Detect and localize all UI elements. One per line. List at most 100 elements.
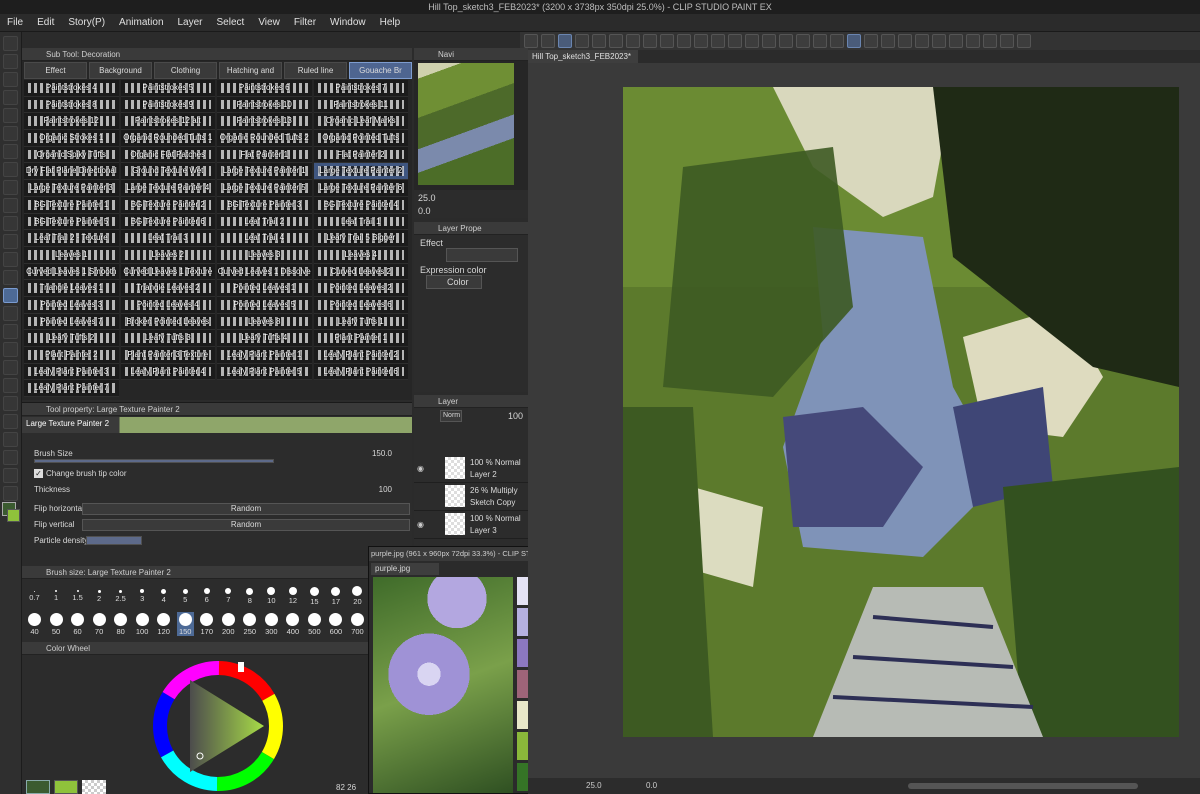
- command-icon[interactable]: [1017, 34, 1031, 48]
- command-icon[interactable]: [711, 34, 725, 48]
- brush-item[interactable]: BG Texture Painter 2: [120, 196, 215, 214]
- brush-size-preset[interactable]: 50: [48, 612, 65, 636]
- brush-item[interactable]: Leafy Plant Painter 5: [217, 363, 312, 381]
- brush-item[interactable]: BG Texture Painter 3: [217, 196, 312, 214]
- brush-item[interactable]: Pointed Leaves 4: [120, 296, 215, 314]
- brush-size-preset[interactable]: 2: [91, 584, 108, 606]
- command-icon[interactable]: [592, 34, 606, 48]
- command-icon[interactable]: [932, 34, 946, 48]
- brush-size-preset[interactable]: 3: [134, 584, 151, 606]
- brush-item[interactable]: Leaf Trail 3: [120, 230, 215, 247]
- nav-angle[interactable]: 0.0: [418, 206, 431, 216]
- brush-size-preset[interactable]: 150: [176, 612, 194, 636]
- brush-item[interactable]: Curved Leaves 1 Texture: [120, 263, 215, 281]
- tool-icon[interactable]: [3, 234, 18, 249]
- tool-icon[interactable]: [3, 324, 18, 339]
- command-icon[interactable]: [575, 34, 589, 48]
- command-icon[interactable]: [609, 34, 623, 48]
- brush-item[interactable]: Leafy Plant Painter 2: [313, 347, 408, 364]
- brush-item[interactable]: Broken Pointed Leaves: [120, 313, 215, 331]
- brush-item[interactable]: Triangle Leaves 2: [120, 280, 215, 297]
- brush-item[interactable]: Leafy Tufts 2: [24, 330, 119, 347]
- subtool-tab[interactable]: Clothing: [154, 62, 217, 79]
- brush-size-preset[interactable]: 12: [284, 584, 301, 606]
- effect-buttons[interactable]: [446, 248, 518, 262]
- command-icon[interactable]: [762, 34, 776, 48]
- tool-icon[interactable]: [3, 468, 18, 483]
- brush-item[interactable]: Large Texture Painter 4: [120, 180, 215, 197]
- brush-item[interactable]: Leafy Tufts 3: [120, 330, 215, 347]
- tool-icon[interactable]: [3, 396, 18, 411]
- horizontal-scrollbar[interactable]: [908, 783, 1138, 789]
- brush-item[interactable]: Paintstrokes 12: [24, 113, 119, 131]
- brush-item[interactable]: Plant Painter 2: [24, 347, 119, 364]
- command-icon[interactable]: [1000, 34, 1014, 48]
- menu-animation[interactable]: Animation: [112, 14, 170, 32]
- menu-view[interactable]: View: [251, 14, 287, 32]
- command-icon[interactable]: [558, 34, 572, 48]
- brush-size-preset[interactable]: 500: [306, 612, 323, 636]
- brush-size-preset[interactable]: 40: [26, 612, 43, 636]
- brush-item[interactable]: Pointed Leaves 6: [313, 296, 408, 314]
- checkbox-icon[interactable]: ✓: [34, 469, 43, 478]
- tool-icon[interactable]: [3, 252, 18, 267]
- brush-item[interactable]: BG Texture Painter 1: [24, 196, 119, 214]
- brush-item[interactable]: Pointed Leaves 2: [313, 280, 408, 297]
- brush-item[interactable]: Plant Painter 1: [313, 330, 408, 347]
- flip-v-row[interactable]: Flip vertical Random: [34, 518, 410, 532]
- command-icon[interactable]: [915, 34, 929, 48]
- blend-mode-select[interactable]: Norm: [440, 410, 462, 422]
- brush-size-preset[interactable]: 2.5: [112, 584, 129, 606]
- canvas-zoom[interactable]: 25.0: [586, 778, 602, 794]
- brush-item[interactable]: Leaf Trail 4: [217, 230, 312, 247]
- brush-item[interactable]: Organic Rounded Tufts 2: [217, 130, 312, 147]
- brush-size-preset[interactable]: 6: [198, 584, 215, 606]
- color-wheel[interactable]: [150, 658, 286, 794]
- brush-item[interactable]: Paintstrokes 5: [120, 80, 215, 97]
- brush-size-preset[interactable]: 1: [48, 584, 65, 606]
- layer-tab[interactable]: Layer: [414, 395, 528, 408]
- brush-item[interactable]: Triangle Leaves 1: [24, 280, 119, 297]
- sub-color-swatch[interactable]: [54, 780, 78, 794]
- brush-size-preset[interactable]: 170: [198, 612, 215, 636]
- particle-row[interactable]: Particle density: [34, 534, 410, 548]
- brush-item[interactable]: Leafy Plant Painter 4: [120, 363, 215, 381]
- brush-item[interactable]: Leafy Tufts 1: [313, 313, 408, 331]
- tool-icon[interactable]: [3, 378, 18, 393]
- command-icon[interactable]: [949, 34, 963, 48]
- particle-slider[interactable]: [86, 536, 142, 545]
- menu-filter[interactable]: Filter: [287, 14, 323, 32]
- layer-property-tab[interactable]: Layer Prope: [414, 222, 528, 235]
- menu-edit[interactable]: Edit: [30, 14, 61, 32]
- brush-item[interactable]: Flat Painter 1: [217, 146, 312, 164]
- brush-item[interactable]: Paintstrokes 9: [120, 96, 215, 114]
- tool-icon[interactable]: [3, 270, 18, 285]
- command-icon[interactable]: [694, 34, 708, 48]
- flip-h-row[interactable]: Flip horizontal Random: [34, 502, 410, 516]
- brush-size-preset[interactable]: 80: [112, 612, 129, 636]
- brush-item[interactable]: Paintstrokes 11: [313, 96, 408, 114]
- brush-size-preset[interactable]: 120: [155, 612, 172, 636]
- brush-item[interactable]: Large Texture Painter 2: [313, 163, 408, 181]
- brush-item[interactable]: Leafy Plant Painter 6: [313, 363, 408, 381]
- expression-color-select[interactable]: Color: [426, 275, 482, 289]
- menu-window[interactable]: Window: [323, 14, 373, 32]
- brush-item[interactable]: Leaves 1: [24, 246, 119, 264]
- brush-size-preset[interactable]: 300: [263, 612, 280, 636]
- document-tab[interactable]: Hill Top_sketch3_FEB2023*: [528, 50, 638, 63]
- tool-icon[interactable]: [3, 144, 18, 159]
- menu-select[interactable]: Select: [210, 14, 252, 32]
- subtool-tab[interactable]: Hatching and: [219, 62, 282, 79]
- command-icon[interactable]: [626, 34, 640, 48]
- reference-tab[interactable]: purple.jpg: [371, 563, 439, 575]
- brush-item[interactable]: Leafy Plant Painter 1: [217, 347, 312, 364]
- brush-size-preset[interactable]: 7: [220, 584, 237, 606]
- tool-icon[interactable]: [3, 108, 18, 123]
- brush-size-preset[interactable]: 200: [220, 612, 237, 636]
- subtool-tab[interactable]: Background: [89, 62, 152, 79]
- menu-help[interactable]: Help: [373, 14, 408, 32]
- transparent-swatch[interactable]: [82, 780, 106, 794]
- brush-item[interactable]: BG Texture Painter 5: [24, 213, 119, 231]
- brush-size-row[interactable]: Brush Size 150.0: [34, 447, 410, 463]
- tool-icon[interactable]: [3, 126, 18, 141]
